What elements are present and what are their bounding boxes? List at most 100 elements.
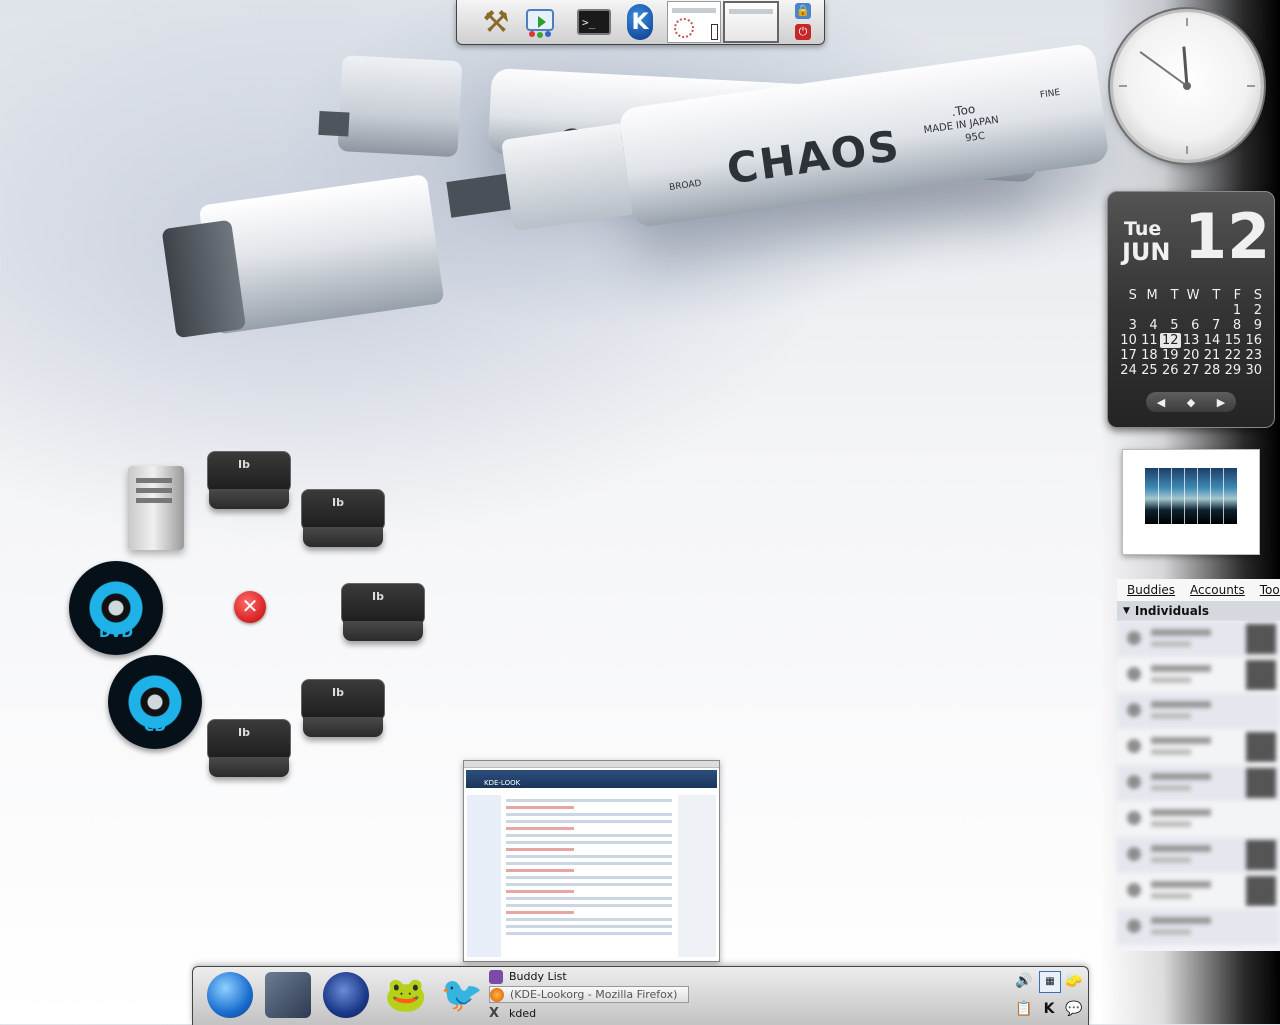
buddy-row[interactable] xyxy=(1117,801,1280,837)
calendar-day[interactable]: 13 xyxy=(1181,333,1202,348)
buddy-group-label: Individuals xyxy=(1134,604,1210,618)
buddy-row[interactable] xyxy=(1117,837,1280,873)
avatar xyxy=(1246,660,1276,690)
calendar-weekday-header: S xyxy=(1253,288,1262,303)
kde-tray-icon[interactable]: K xyxy=(1039,999,1059,1019)
status-icon xyxy=(1127,739,1141,753)
status-icon xyxy=(1127,847,1141,861)
menu-buddies[interactable]: Buddies xyxy=(1117,583,1180,597)
chat-icon[interactable]: 💬 xyxy=(1064,999,1084,1019)
dvd-icon[interactable]: DVD xyxy=(69,561,163,655)
calendar-day xyxy=(1160,303,1181,318)
window-thumbnail[interactable]: KDE-LOOK xyxy=(463,760,720,962)
buddy-row[interactable] xyxy=(1117,693,1280,729)
menu-accounts[interactable]: Accounts xyxy=(1180,583,1250,597)
calendar-next-button[interactable]: ▶ xyxy=(1217,396,1225,409)
calendar-day xyxy=(1201,303,1222,318)
calendar-day[interactable]: 19 xyxy=(1160,348,1181,363)
calendar-month: JUN xyxy=(1122,238,1171,266)
taskbar-item-kded[interactable]: X kded xyxy=(489,1005,689,1022)
calendar-day[interactable]: 29 xyxy=(1222,363,1243,378)
calendar-nav: ◀ ◆ ▶ xyxy=(1146,392,1236,412)
calendar-day[interactable]: 16 xyxy=(1243,333,1264,348)
buddy-row[interactable] xyxy=(1117,657,1280,693)
calendar-day[interactable]: 5 xyxy=(1160,318,1181,333)
calendar-day[interactable]: 23 xyxy=(1243,348,1264,363)
calendar-home-button[interactable]: ◆ xyxy=(1187,396,1195,409)
calendar-day[interactable]: 30 xyxy=(1243,363,1264,378)
buddy-list-window: Buddies Accounts Tools ▼ Individuals xyxy=(1117,579,1280,951)
calendar-day[interactable]: 7 xyxy=(1201,318,1222,333)
close-icon[interactable]: ✕ xyxy=(234,591,266,623)
menu-tools[interactable]: Tools xyxy=(1250,583,1280,597)
calendar-day[interactable]: 28 xyxy=(1201,363,1222,378)
mail-icon[interactable] xyxy=(265,972,311,1018)
calendar-day[interactable]: 17 xyxy=(1118,348,1139,363)
buddy-row[interactable] xyxy=(1117,729,1280,765)
calendar-day[interactable]: 20 xyxy=(1181,348,1202,363)
calendar-day[interactable]: 4 xyxy=(1139,318,1160,333)
computer-icon[interactable] xyxy=(128,466,184,550)
buddy-row[interactable] xyxy=(1117,621,1280,657)
terminal-icon[interactable]: >_ xyxy=(575,3,613,41)
calendar-day[interactable]: 27 xyxy=(1181,363,1202,378)
analog-clock xyxy=(1113,12,1261,160)
buddy-group-header[interactable]: ▼ Individuals xyxy=(1117,601,1280,621)
drive-icon[interactable]: Ib xyxy=(301,679,385,739)
calendar-day[interactable]: 22 xyxy=(1222,348,1243,363)
pager-desktop-2[interactable] xyxy=(723,1,779,43)
pidgin-icon[interactable]: 🐦 xyxy=(439,972,485,1018)
drive-icon[interactable]: Ib xyxy=(207,719,291,779)
calendar-day[interactable]: 10 xyxy=(1118,333,1139,348)
calendar-day[interactable]: 11 xyxy=(1139,333,1160,348)
drive-icon[interactable]: Ib xyxy=(207,451,291,511)
calendar-day[interactable]: 14 xyxy=(1201,333,1222,348)
status-icon xyxy=(1127,667,1141,681)
calendar-day[interactable]: 26 xyxy=(1160,363,1181,378)
taskbar-item-buddy-list[interactable]: Buddy List xyxy=(489,968,689,985)
calendar-day[interactable]: 18 xyxy=(1139,348,1160,363)
lock-icon[interactable]: 🔒 xyxy=(795,3,811,19)
calendar-day[interactable]: 9 xyxy=(1243,318,1264,333)
globe-icon[interactable] xyxy=(207,972,253,1018)
volume-icon[interactable]: 🔊 xyxy=(1014,971,1034,991)
frog-icon[interactable]: 🐸 xyxy=(383,972,429,1018)
calendar-day[interactable]: 25 xyxy=(1139,363,1160,378)
power-icon[interactable]: ⏻ xyxy=(795,24,811,40)
kde-menu-icon[interactable]: K xyxy=(621,3,659,41)
calendar-day xyxy=(1181,303,1202,318)
calendar-prev-button[interactable]: ◀ xyxy=(1157,396,1165,409)
drive-icon[interactable]: Ib xyxy=(341,583,425,643)
clipboard-icon[interactable]: 📋 xyxy=(1014,999,1034,1019)
buddy-row[interactable] xyxy=(1117,873,1280,909)
pager-desktop-1[interactable] xyxy=(667,1,721,43)
calendar-day[interactable]: 1 xyxy=(1222,303,1243,318)
software-update-icon[interactable] xyxy=(523,3,561,41)
status-icon xyxy=(1127,703,1141,717)
calendar-weekday-header: T xyxy=(1170,288,1179,303)
buddy-row[interactable] xyxy=(1117,909,1280,945)
x-icon: X xyxy=(489,1005,500,1021)
cd-icon[interactable]: CD xyxy=(108,655,202,749)
firefox-icon xyxy=(490,987,504,1002)
drive-icon[interactable]: Ib xyxy=(301,489,385,549)
calendar-day[interactable]: 3 xyxy=(1118,318,1139,333)
calendar-tray-icon[interactable]: ▦ xyxy=(1039,971,1061,993)
buddy-row[interactable] xyxy=(1117,765,1280,801)
clean-icon[interactable]: 🧽 xyxy=(1064,971,1084,991)
moon-icon[interactable] xyxy=(323,972,369,1018)
picture-frame-widget[interactable] xyxy=(1122,449,1260,555)
calendar-day[interactable]: 24 xyxy=(1118,363,1139,378)
calendar-day[interactable]: 21 xyxy=(1201,348,1222,363)
calendar-day[interactable]: 12 xyxy=(1159,333,1181,348)
calendar-day[interactable]: 2 xyxy=(1243,303,1264,318)
calendar-day[interactable]: 6 xyxy=(1181,318,1202,333)
calendar-weekday-header: T xyxy=(1212,288,1221,303)
wallpaper-loose-cap xyxy=(159,173,447,358)
avatar xyxy=(1246,876,1276,906)
calendar-day[interactable]: 8 xyxy=(1222,318,1243,333)
status-icon xyxy=(1127,883,1141,897)
taskbar-item-firefox[interactable]: (KDE-Lookorg - Mozilla Firefox) xyxy=(489,986,689,1003)
tools-icon[interactable]: ⚒ xyxy=(477,3,515,41)
calendar-day[interactable]: 15 xyxy=(1222,333,1243,348)
